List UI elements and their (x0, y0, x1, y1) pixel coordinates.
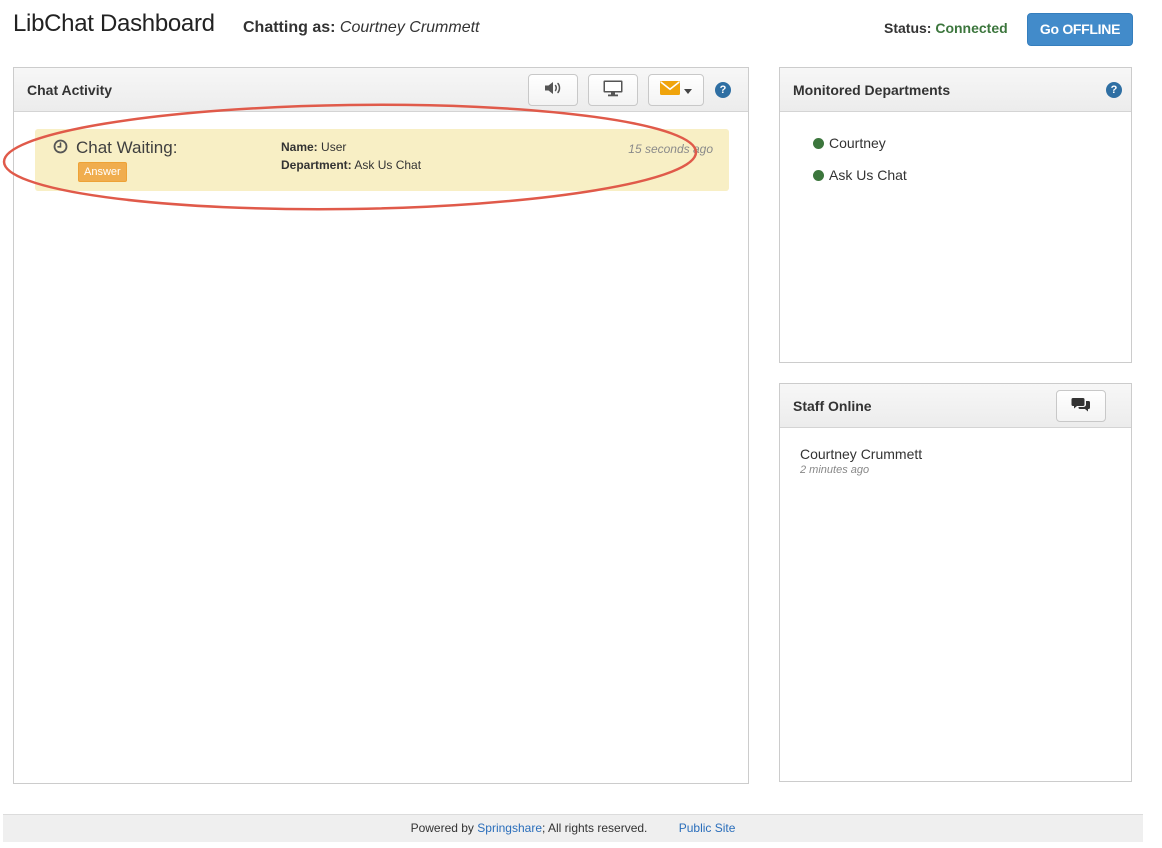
connection-status: Status: Connected (884, 20, 1008, 36)
status-label: Status: (884, 20, 932, 36)
email-dropdown-button[interactable] (648, 74, 704, 106)
chat-activity-panel: Chat Activity ? Chat Waiting: Answer Nam… (13, 67, 749, 784)
help-icon[interactable]: ? (715, 82, 731, 98)
chatting-as-name: Courtney Crummett (339, 19, 480, 36)
clock-icon (53, 139, 68, 159)
department-label: Ask Us Chat (829, 167, 907, 183)
app-title: LibChat Dashboard (13, 10, 215, 37)
monitored-departments-header: Monitored Departments ? (780, 68, 1131, 112)
powered-by-text: Powered by (410, 821, 474, 835)
department-label: Department: (281, 158, 352, 172)
chat-department: Department: Ask Us Chat (281, 158, 421, 172)
online-status-icon (813, 169, 824, 181)
waiting-chat-item[interactable]: Chat Waiting: Answer Name: User Departme… (35, 129, 729, 191)
staff-member-last-seen: 2 minutes ago (800, 464, 870, 476)
monitored-departments-title: Monitored Departments (793, 82, 951, 98)
chat-patron-name: Name: User (281, 140, 346, 154)
volume-icon (543, 80, 563, 101)
chat-waiting-label: Chat Waiting: (76, 138, 178, 157)
department-item: Courtney (813, 135, 886, 151)
comments-icon (1071, 396, 1091, 417)
public-site-link[interactable]: Public Site (679, 821, 736, 835)
online-status-icon (813, 137, 824, 149)
staff-online-panel: Staff Online Courtney Crummett 2 minutes… (779, 383, 1132, 782)
sound-toggle-button[interactable] (528, 74, 578, 106)
chat-activity-header: Chat Activity ? (14, 68, 748, 112)
envelope-icon (660, 80, 680, 100)
footer: Powered by Springshare; All rights reser… (3, 814, 1143, 842)
desktop-notification-button[interactable] (588, 74, 638, 106)
go-offline-button[interactable]: Go OFFLINE (1027, 13, 1133, 46)
chat-activity-title: Chat Activity (27, 82, 113, 98)
department-label: Courtney (829, 135, 886, 151)
caret-down-icon (684, 81, 692, 99)
staff-online-title: Staff Online (793, 398, 872, 414)
chatting-as-label: Chatting as: (243, 19, 336, 36)
help-icon[interactable]: ? (1106, 82, 1122, 98)
answer-button[interactable]: Answer (78, 162, 127, 182)
department-value: Ask Us Chat (354, 158, 422, 172)
staff-member-name[interactable]: Courtney Crummett (800, 446, 922, 462)
status-value: Connected (935, 20, 1008, 36)
monitored-departments-panel: Monitored Departments ? Courtney Ask Us … (779, 67, 1132, 363)
chatting-as: Chatting as: Courtney Crummett (243, 19, 480, 37)
name-label: Name: (281, 140, 318, 154)
name-value: User (321, 140, 347, 154)
springshare-link[interactable]: Springshare (477, 821, 542, 835)
desktop-icon (602, 79, 624, 102)
department-item: Ask Us Chat (813, 167, 907, 183)
staff-online-header: Staff Online (780, 384, 1131, 428)
chat-waiting-time: 15 seconds ago (628, 142, 713, 156)
rights-text: ; All rights reserved. (542, 821, 648, 835)
staff-chat-button[interactable] (1056, 390, 1106, 422)
